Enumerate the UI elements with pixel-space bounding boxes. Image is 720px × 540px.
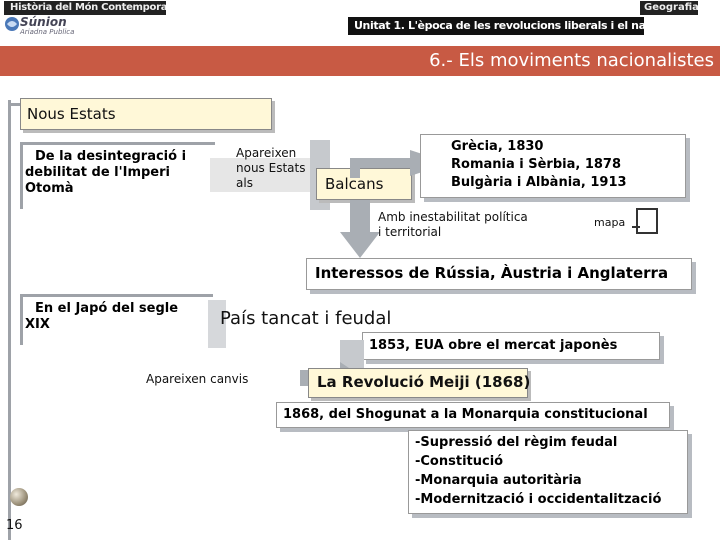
page-number: 16 [6,518,23,533]
reforms-box: -Supressió del règim feudal -Constitució… [408,430,688,514]
mapa-link[interactable]: mapa [594,216,625,229]
navigation-ball-icon[interactable] [10,488,28,506]
nous-estats-box: Nous Estats [20,98,272,130]
inestabilitat-text: Amb inestabilitat política i territorial [378,210,528,239]
japo-text: En el Japó del segle XIX [25,301,179,332]
map-icon[interactable] [632,208,658,234]
course-title: Història del Món Contemporani [4,1,166,15]
reforms-list: -Supressió del règim feudal -Constitució… [415,433,661,509]
logo-name: Súnion [20,15,67,29]
otoma-text: De la desintegració i debilitat de l'Imp… [25,149,187,196]
logo-icon [5,17,19,31]
section-banner: 6.- Els moviments nacionalistes [0,46,720,76]
reform-item: -Modernització i occidentalització [415,492,662,507]
reform-item: -Supressió del règim feudal [415,435,618,450]
banner-title: 6.- Els moviments nacionalistes [429,50,714,71]
pais-tancat-text: País tancat i feudal [220,308,392,329]
logo-subtitle: Ariadna Publica [20,28,75,36]
estat-item: Romania i Sèrbia, 1878 [451,157,622,172]
meiji-text: La Revolució Meiji (1868) [317,373,531,391]
estats-list: Grècia, 1830 Romania i Sèrbia, 1878 Bulg… [451,138,627,192]
estat-item: Bulgària i Albània, 1913 [451,175,627,190]
interessos-box: Interessos de Rússia, Àustria i Anglater… [306,258,692,290]
japo-box: En el Japó del segle XIX [20,294,213,345]
estats-list-box: Grècia, 1830 Romania i Sèrbia, 1878 Bulg… [420,134,686,198]
estat-item: Grècia, 1830 [451,139,544,154]
eua-text: 1853, EUA obre el mercat japonès [369,338,618,353]
shogunat-box: 1868, del Shogunat a la Monarquia consti… [276,402,670,428]
shogunat-text: 1868, del Shogunat a la Monarquia consti… [283,407,648,422]
meiji-box: La Revolució Meiji (1868) [308,368,531,398]
unit-title: Unitat 1. L'època de les revolucions lib… [348,17,644,35]
vertical-connector [8,100,11,540]
nous-estats-label: Nous Estats [27,105,116,123]
down-arrow [340,200,380,258]
subject-label: Geografia [640,1,698,15]
otoma-box: De la desintegració i debilitat de l'Imp… [20,142,215,209]
reform-item: -Constitució [415,454,504,469]
apareixen-nous-text: Apareixen nous Estats als [236,146,306,190]
reform-item: -Monarquia autoritària [415,473,582,488]
interessos-text: Interessos de Rússia, Àustria i Anglater… [315,264,669,282]
eua-box: 1853, EUA obre el mercat japonès [362,332,660,360]
apareixen-canvis-text: Apareixen canvis [146,372,249,386]
